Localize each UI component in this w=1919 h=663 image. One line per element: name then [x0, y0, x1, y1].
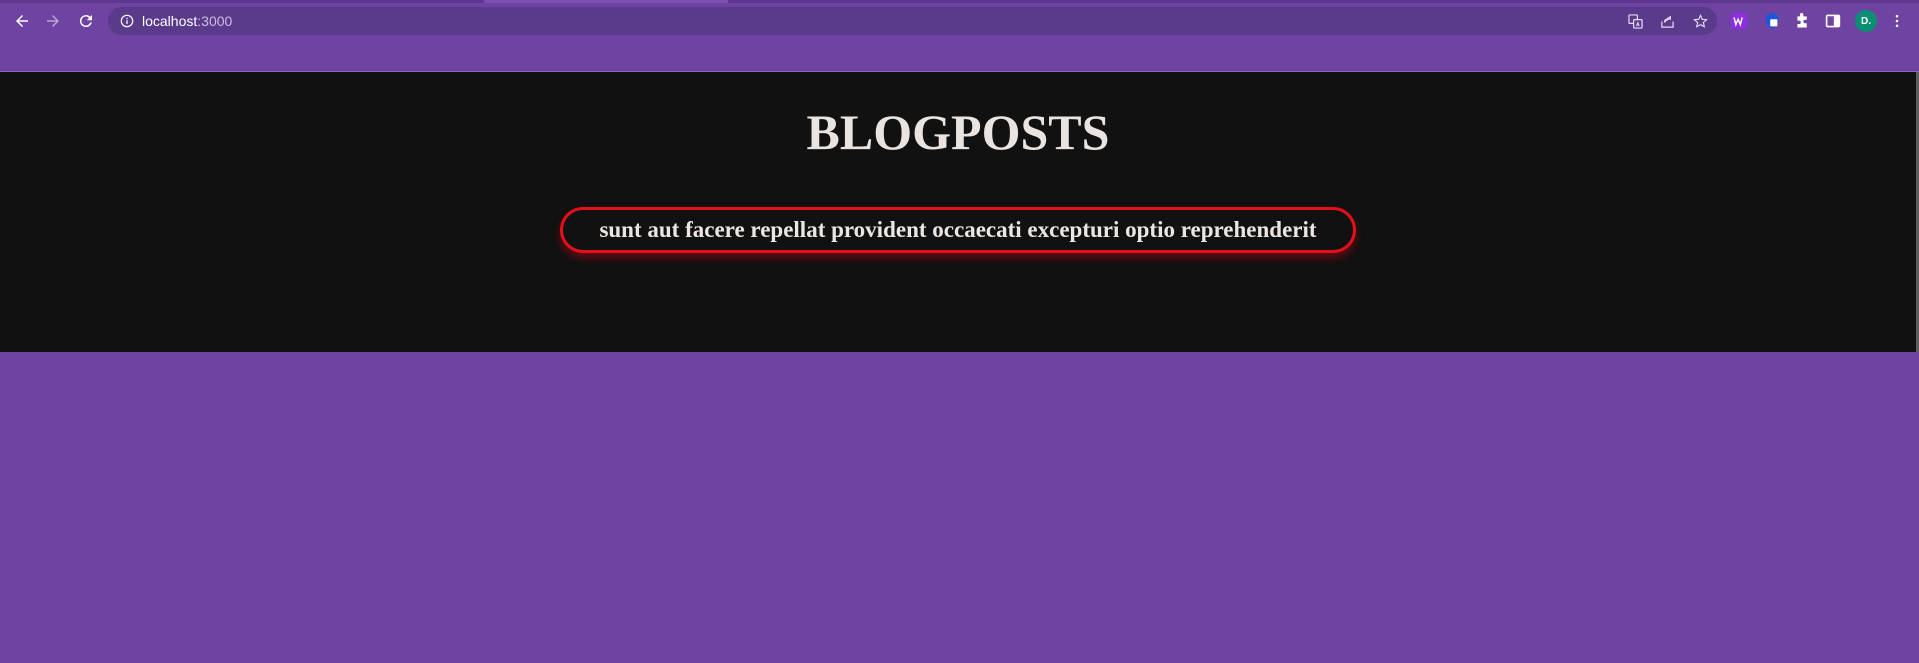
w-extension-icon[interactable]	[1729, 11, 1749, 31]
star-icon[interactable]	[1692, 13, 1708, 29]
tab-strip-edge	[0, 0, 1919, 3]
arrow-right-icon	[47, 15, 59, 27]
address-bar[interactable]: localhost:3000	[108, 7, 1717, 35]
shield-extension-icon[interactable]	[1762, 11, 1782, 31]
post-title: sunt aut facere repellat provident occae…	[599, 217, 1317, 242]
share-icon[interactable]	[1659, 13, 1675, 29]
translate-icon[interactable]	[1627, 13, 1643, 29]
blog-section: BLOGPOSTS sunt aut facere repellat provi…	[0, 72, 1916, 352]
reload-icon	[79, 15, 92, 28]
puzzle-icon[interactable]	[1792, 11, 1812, 31]
reload-button[interactable]	[74, 9, 98, 33]
forward-button[interactable]	[41, 9, 65, 33]
browser-toolbar: localhost:3000 D.	[0, 0, 1919, 42]
back-button[interactable]	[10, 9, 34, 33]
arrow-left-icon	[16, 15, 28, 27]
kebab-menu-icon[interactable]	[1887, 11, 1907, 31]
page-title: BLOGPOSTS	[806, 104, 1110, 160]
info-icon[interactable]	[119, 13, 135, 29]
active-tab-indicator	[484, 0, 728, 3]
avatar[interactable]: D.	[1855, 10, 1877, 32]
url-text: localhost:3000	[142, 12, 232, 30]
url-host: localhost	[142, 13, 198, 29]
post-card[interactable]: sunt aut facere repellat provident occae…	[560, 207, 1356, 253]
url-port: :3000	[197, 13, 233, 29]
side-panel-icon[interactable]	[1823, 11, 1843, 31]
